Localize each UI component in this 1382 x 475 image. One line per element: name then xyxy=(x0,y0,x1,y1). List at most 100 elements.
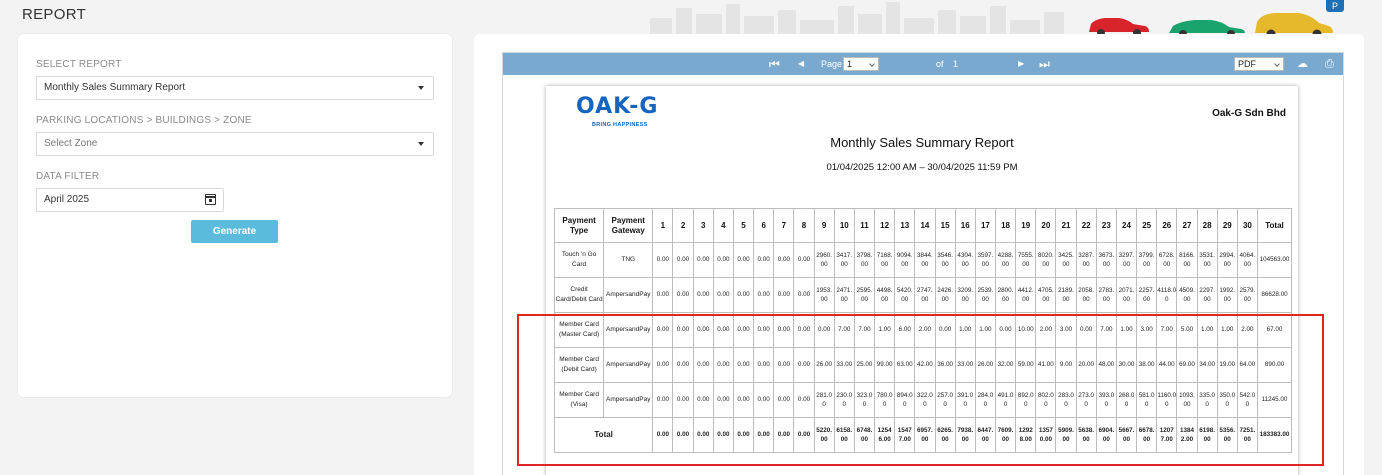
day-value-cell: 283.00 xyxy=(1055,382,1077,418)
day-value-cell: 26.00 xyxy=(813,347,835,383)
column-header: 27 xyxy=(1176,208,1198,243)
day-value-cell: 2471.00 xyxy=(833,277,855,313)
day-value-cell: 581.00 xyxy=(1136,382,1158,418)
calendar-icon[interactable] xyxy=(205,194,216,205)
day-value-cell: 1160.00 xyxy=(1156,382,1178,418)
day-total-cell: 5220.00 xyxy=(813,417,835,453)
day-value-cell: 0.00 xyxy=(934,312,956,348)
download-cloud-icon[interactable]: ☁ xyxy=(1297,53,1308,75)
column-header: 26 xyxy=(1156,208,1178,243)
zone-placeholder: Select Zone xyxy=(44,138,98,149)
day-total-cell: 6748.00 xyxy=(853,417,876,453)
day-value-cell: 33.00 xyxy=(833,347,855,383)
payment-type-cell: Member Card (Visa) xyxy=(553,382,605,418)
column-header: 29 xyxy=(1216,208,1238,243)
row-total-cell: 104563.00 xyxy=(1257,242,1292,278)
day-value-cell: 41.00 xyxy=(1035,347,1057,383)
day-value-cell: 0.00 xyxy=(672,312,694,348)
day-total-cell: 5356.00 xyxy=(1216,417,1238,453)
next-page-icon[interactable]: ▶ xyxy=(1018,53,1024,75)
month-value: April 2025 xyxy=(44,194,90,205)
day-value-cell: 2539.00 xyxy=(974,277,996,313)
column-header: 22 xyxy=(1075,208,1097,243)
day-value-cell: 4118.00 xyxy=(1156,277,1178,313)
day-value-cell: 30.00 xyxy=(1115,347,1138,383)
day-value-cell: 0.00 xyxy=(994,312,1017,348)
day-value-cell: 0.00 xyxy=(773,277,795,313)
day-value-cell: 391.00 xyxy=(954,382,976,418)
day-value-cell: 25.00 xyxy=(853,347,876,383)
day-value-cell: 7.00 xyxy=(1095,312,1117,348)
day-value-cell: 7.00 xyxy=(833,312,855,348)
day-total-cell: 6158.00 xyxy=(833,417,855,453)
chevron-down-icon xyxy=(869,61,875,67)
parking-icon[interactable]: P xyxy=(1326,0,1344,12)
day-value-cell: 32.00 xyxy=(994,347,1017,383)
day-value-cell: 6.00 xyxy=(894,312,916,348)
page-number-select[interactable]: 1 xyxy=(843,57,879,71)
report-title: Monthly Sales Summary Report xyxy=(830,135,1014,150)
day-value-cell: 2058.00 xyxy=(1075,277,1097,313)
day-value-cell: 892.00 xyxy=(1015,382,1037,418)
column-header: 14 xyxy=(914,208,936,243)
day-value-cell: 2800.00 xyxy=(994,277,1017,313)
day-value-cell: 3.00 xyxy=(1055,312,1077,348)
day-total-cell: 7251.00 xyxy=(1236,417,1259,453)
day-value-cell: 0.00 xyxy=(773,312,795,348)
payment-type-cell: Member Card (Master Card) xyxy=(553,312,605,348)
day-value-cell: 9.00 xyxy=(1055,347,1077,383)
first-page-icon[interactable]: ⏮ xyxy=(769,53,780,75)
day-value-cell: 3.00 xyxy=(1136,312,1158,348)
day-value-cell: 3798.00 xyxy=(853,242,876,278)
day-value-cell: 2426.00 xyxy=(934,277,956,313)
day-total-cell: 7609.00 xyxy=(994,417,1017,453)
day-value-cell: 802.00 xyxy=(1035,382,1057,418)
day-value-cell: 2.00 xyxy=(1035,312,1057,348)
column-header: 7 xyxy=(773,208,795,243)
print-icon[interactable]: ⎙ xyxy=(1325,53,1334,75)
column-header: 4 xyxy=(712,208,734,243)
day-value-cell: 0.00 xyxy=(793,277,815,313)
previous-page-icon[interactable]: ◀ xyxy=(798,53,804,75)
day-value-cell: 8166.00 xyxy=(1176,242,1198,278)
column-header: 10 xyxy=(833,208,855,243)
day-value-cell: 3531.00 xyxy=(1196,242,1218,278)
column-header: 20 xyxy=(1035,208,1057,243)
day-value-cell: 63.00 xyxy=(894,347,916,383)
day-total-cell: 6904.00 xyxy=(1095,417,1117,453)
row-total-cell: 86628.00 xyxy=(1257,277,1292,313)
day-value-cell: 0.00 xyxy=(732,277,755,313)
zone-dropdown[interactable]: Select Zone xyxy=(36,132,434,156)
month-picker-input[interactable]: April 2025 xyxy=(36,188,224,212)
day-total-cell: 12077.00 xyxy=(1156,417,1178,453)
logo-tagline: BRING HAPPINESS xyxy=(592,122,648,128)
payment-gateway-cell: TNG xyxy=(603,242,654,278)
day-value-cell: 0.00 xyxy=(652,347,674,383)
day-total-cell: 15477.00 xyxy=(894,417,916,453)
day-value-cell: 281.00 xyxy=(813,382,835,418)
generate-button[interactable]: Generate xyxy=(191,220,278,243)
day-value-cell: 9094.00 xyxy=(894,242,916,278)
export-format-select[interactable]: PDF xyxy=(1234,57,1284,71)
column-header: 15 xyxy=(934,208,956,243)
company-name: Oak-G Sdn Bhd xyxy=(1212,108,1286,119)
day-value-cell: 0.00 xyxy=(753,382,775,418)
day-value-cell: 0.00 xyxy=(652,382,674,418)
day-value-cell: 19.00 xyxy=(1216,347,1238,383)
day-value-cell: 7.00 xyxy=(853,312,876,348)
last-page-icon[interactable]: ⏭ xyxy=(1039,53,1050,75)
day-value-cell: 0.00 xyxy=(793,347,815,383)
grand-total-cell: 183383.00 xyxy=(1257,417,1292,453)
day-value-cell: 0.00 xyxy=(672,347,694,383)
day-value-cell: 4509.00 xyxy=(1176,277,1198,313)
day-value-cell: 0.00 xyxy=(732,382,755,418)
column-header: 30 xyxy=(1236,208,1259,243)
column-header: 5 xyxy=(732,208,755,243)
table-row: Credit Card/Debit Card AmpersandPay 0.00 0.… xyxy=(553,277,1292,313)
column-header: 8 xyxy=(793,208,815,243)
day-total-cell: 0.00 xyxy=(712,417,734,453)
day-total-cell: 0.00 xyxy=(753,417,775,453)
select-report-dropdown[interactable]: Monthly Sales Summary Report xyxy=(36,76,434,100)
day-value-cell: 5.00 xyxy=(1176,312,1198,348)
column-header: 2 xyxy=(672,208,694,243)
